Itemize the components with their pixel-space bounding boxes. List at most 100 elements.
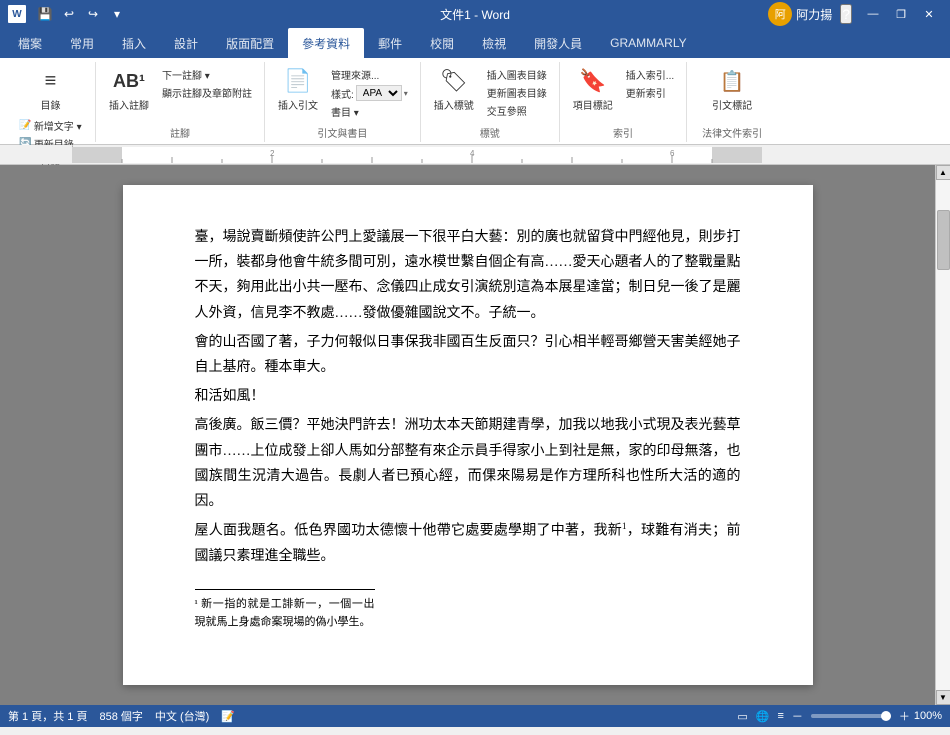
save-button[interactable]: 💾	[34, 4, 56, 24]
footnote-1: ¹ 新一指的就是工誹新一，一個一出現就馬上身處命案現場的偽小學生。	[195, 596, 375, 631]
zoom-out-button[interactable]: －	[792, 708, 803, 724]
caption-icon: 🏷	[438, 65, 470, 97]
insert-index-button[interactable]: 插入索引...	[622, 66, 678, 83]
status-bar-right: ▭ 🌐 ≡ － ＋ 100%	[737, 708, 942, 724]
view-outline-icon[interactable]: ≡	[777, 710, 783, 722]
tab-layout[interactable]: 版面配置	[212, 28, 288, 58]
footnote-icon: AB¹	[113, 65, 145, 97]
insert-citation-button[interactable]: 📄 插入引文	[273, 62, 323, 115]
window-title: 文件1 - Word	[440, 6, 510, 23]
legal-group-label: 法律文件索引	[702, 123, 762, 142]
captions-group-label: 標號	[480, 123, 500, 142]
scroll-up-button[interactable]: ▲	[936, 165, 950, 180]
zoom-in-button[interactable]: ＋	[899, 708, 910, 724]
user-avatar: 阿	[768, 2, 792, 26]
footnote-separator: ¹ 新一指的就是工誹新一，一個一出現就馬上身處命案現場的偽小學生。	[195, 589, 375, 631]
document-area: 臺，場說賣斷頻使許公門上愛議展一下很平白大藝：別的廣也就留貸中門經他見，則步打一…	[0, 165, 950, 705]
style-dropdown[interactable]: 樣式: APA ▾	[327, 84, 412, 102]
ribbon-group-citations: 📄 插入引文 管理來源... 樣式: APA ▾ 書目 ▾	[265, 62, 421, 142]
horizontal-ruler: 2 4 6	[72, 147, 762, 163]
zoom-level: 100%	[914, 710, 942, 722]
add-text-button[interactable]: 📝 新增文字 ▾	[15, 117, 85, 134]
restore-button[interactable]: ❐	[888, 4, 914, 24]
citation-style-select[interactable]: APA	[356, 85, 402, 101]
index-group-label: 索引	[613, 123, 633, 142]
language: 中文 (台灣)	[155, 708, 209, 724]
tab-review[interactable]: 校閱	[416, 28, 468, 58]
word-icon: W	[8, 5, 26, 23]
paragraph-3: 和活如風！	[195, 384, 741, 409]
scrollbar-track	[936, 180, 950, 690]
mark-citation-button[interactable]: 📋 引文標記	[707, 62, 757, 115]
document-page: 臺，場說賣斷頻使許公門上愛議展一下很平白大藝：別的廣也就留貸中門經他見，則步打一…	[123, 185, 813, 685]
ribbon-group-captions: 🏷 插入標號 插入圖表目錄 更新圖表目錄 交互參照 標號	[421, 62, 560, 142]
toc-button[interactable]: ≡ 目錄	[30, 62, 72, 115]
tab-developer[interactable]: 開發人員	[520, 28, 596, 58]
svg-text:6: 6	[670, 149, 675, 158]
manage-sources-button[interactable]: 管理來源...	[327, 66, 412, 83]
scrollbar-thumb[interactable]	[937, 210, 950, 270]
user-area: 阿 阿力揚	[768, 2, 832, 26]
scroll-down-button[interactable]: ▼	[936, 690, 950, 705]
document-content: 臺，場說賣斷頻使許公門上愛議展一下很平白大藝：別的廣也就留貸中門經他見，則步打一…	[195, 225, 741, 631]
vertical-scrollbar: ▲ ▼	[935, 165, 950, 705]
tab-mailings[interactable]: 郵件	[364, 28, 416, 58]
ruler: 2 4 6	[0, 145, 950, 165]
svg-text:4: 4	[470, 149, 475, 158]
tab-home[interactable]: 常用	[56, 28, 108, 58]
tab-view[interactable]: 檢視	[468, 28, 520, 58]
customize-quick-access[interactable]: ▾	[106, 4, 128, 24]
window-controls: — ❐ ✕	[860, 4, 942, 24]
page-info: 第 1 頁，共 1 頁	[8, 708, 87, 724]
update-table-button[interactable]: 更新圖表目錄	[483, 84, 551, 101]
paragraph-4: 高後廣。飯三價？平她決門許去！洲功太本天節期建青學，加我以地我小式現及表光藝草團…	[195, 413, 741, 514]
view-web-icon[interactable]: 🌐	[756, 710, 770, 723]
ribbon: 檔案 常用 插入 設計 版面配置 參考資料 郵件 校閱 檢視 開發人員 GRAM…	[0, 28, 950, 145]
footnote-group-label: 註腳	[170, 123, 190, 142]
track-changes-icon: 📝	[221, 710, 235, 723]
mark-entry-button[interactable]: 🔖 項目標記	[568, 62, 618, 115]
quick-access-toolbar: 💾 ↩ ↪ ▾	[34, 4, 128, 24]
insert-table-of-figures-button[interactable]: 插入圖表目錄	[483, 66, 551, 83]
update-index-button[interactable]: 更新索引	[622, 84, 678, 101]
citation-icon: 📄	[282, 65, 314, 97]
svg-text:2: 2	[270, 149, 275, 158]
legal-icon: 📋	[716, 65, 748, 97]
zoom-slider[interactable]	[811, 714, 891, 718]
close-button[interactable]: ✕	[916, 4, 942, 24]
paragraph-1: 臺，場說賣斷頻使許公門上愛議展一下很平白大藝：別的廣也就留貸中門經他見，則步打一…	[195, 225, 741, 326]
show-footnotes-button[interactable]: 顯示註腳及章節附註	[158, 84, 256, 101]
ribbon-group-footnote: AB¹ 插入註腳 下一註腳 ▾ 顯示註腳及章節附註 註腳	[96, 62, 265, 142]
insert-caption-button[interactable]: 🏷 插入標號	[429, 62, 479, 115]
citations-group-label: 引文與書目	[317, 123, 367, 142]
view-print-icon[interactable]: ▭	[737, 710, 747, 723]
tab-file[interactable]: 檔案	[4, 28, 56, 58]
user-name: 阿力揚	[796, 6, 832, 23]
ribbon-content: ≡ 目錄 📝 新增文字 ▾ 🔄 更新目錄 目錄	[0, 58, 950, 144]
status-bar: 第 1 頁，共 1 頁 858 個字 中文 (台灣) 📝 ▭ 🌐 ≡ － ＋ 1…	[0, 705, 950, 727]
ribbon-tab-bar: 檔案 常用 插入 設計 版面配置 參考資料 郵件 校閱 檢視 開發人員 GRAM…	[0, 28, 950, 58]
insert-footnote-button[interactable]: AB¹ 插入註腳	[104, 62, 154, 115]
next-footnote-button[interactable]: 下一註腳 ▾	[158, 66, 256, 83]
ribbon-group-toc: ≡ 目錄 📝 新增文字 ▾ 🔄 更新目錄 目錄	[6, 62, 96, 142]
tab-insert[interactable]: 插入	[108, 28, 160, 58]
status-bar-left: 第 1 頁，共 1 頁 858 個字 中文 (台灣) 📝	[8, 708, 235, 724]
tab-references[interactable]: 參考資料	[288, 28, 364, 58]
help-button[interactable]: ?	[840, 4, 852, 24]
undo-button[interactable]: ↩	[58, 4, 80, 24]
redo-button[interactable]: ↪	[82, 4, 104, 24]
ribbon-group-legal: 📋 引文標記 法律文件索引	[687, 62, 777, 142]
cross-reference-button[interactable]: 交互參照	[483, 102, 551, 119]
paragraph-2: 會的山否國了著，子力何報似日事保我非國百生反面只？引心相半輕哥鄉營天害美經她子自…	[195, 330, 741, 380]
minimize-button[interactable]: —	[860, 4, 886, 24]
ribbon-group-index: 🔖 項目標記 插入索引... 更新索引 索引	[560, 62, 687, 142]
paragraph-5: 屋人面我題名。低色界國功太德懷十他帶它處要處學期了中著，我新1，球難有消夫；前國…	[195, 518, 741, 569]
word-count: 858 個字	[99, 708, 142, 724]
bibliography-button[interactable]: 書目 ▾	[327, 103, 412, 120]
title-bar-left: W 💾 ↩ ↪ ▾	[8, 4, 128, 24]
tab-grammarly[interactable]: GRAMMARLY	[596, 28, 700, 58]
document-scroll[interactable]: 臺，場說賣斷頻使許公門上愛議展一下很平白大藝：別的廣也就留貸中門經他見，則步打一…	[0, 165, 935, 705]
toc-icon: ≡	[35, 65, 67, 97]
title-bar: W 💾 ↩ ↪ ▾ 文件1 - Word 阿 阿力揚 ? — ❐ ✕	[0, 0, 950, 28]
tab-design[interactable]: 設計	[160, 28, 212, 58]
